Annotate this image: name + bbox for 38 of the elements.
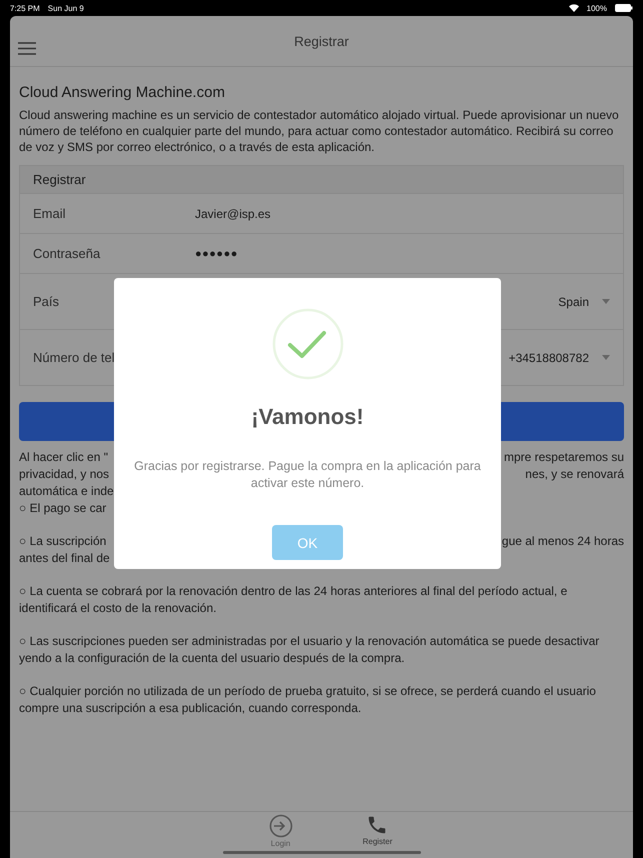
checkmark-icon [272,308,344,380]
menu-icon[interactable] [18,42,36,55]
terms-text: antes del final de [19,550,110,567]
form-title: Registrar [33,172,86,187]
terms-text: nes, y se renovará [525,466,624,483]
terms-text: ○ La suscripción [19,533,106,550]
battery-icon [615,4,633,12]
field-label: Email [33,206,67,221]
terms-text: ○ Las suscripciones pueden ser administradas por el usuario y la renovación automática se puede desactivar yendo a la configuración de la cuenta del usuario después de la compra. [19,633,600,667]
caret-icon[interactable] [602,355,610,360]
terms-text: ○ El pago se car [19,500,106,517]
field-label: Número de tel [33,350,116,365]
field-label: Contraseña [33,246,102,261]
field-label: País [33,294,60,309]
terms-text: gue al menos 24 horas [502,533,624,550]
terms-text: mpre respetaremos su [504,449,624,466]
dropdown-value[interactable]: +34518808782 [508,350,589,364]
email-field[interactable]: Javier@isp.es [195,206,610,220]
dropdown-value[interactable]: Spain [558,294,589,308]
wifi-icon [568,4,579,12]
status-time: 7:25 PM [10,4,40,12]
terms-text: automática e inde [19,483,114,500]
battery-level: 100% [586,4,607,12]
tab-item[interactable]: Register [362,812,392,858]
nav-title: Registrar [294,34,349,48]
phone-icon [366,814,388,836]
page-heading: Cloud Answering Machine.com [19,84,226,101]
terms-text: ○ La cuenta se cobrará por la renovación dentro de las 24 horas anteriores al final del período actual, e identificará el costo de la renovación. [19,583,568,617]
terms-text: privacidad, y nos [19,466,110,483]
description: Cloud answering machine es un servicio de contestador automático alojado virtual. Puede aprovisionar un nuevo número de teléfono en cualquier parte del mundo, para actuar como contestador automático. Recibirá su correo de voz y SMS por correo electrónico, o a través de esta aplicación. [19,107,620,155]
caret-icon[interactable] [602,299,610,304]
dialog-message: Gracias por registrarse. Pague la compra en la aplicación para activar este número. [134,458,481,492]
password-field[interactable]: ●●●●●● [195,248,610,260]
terms-text: ○ Cualquier porción no utilizada de un período de prueba gratuito, si se ofrece, se perderá cuando el usuario compre una suscripción a esa publicación, cuando corresponda. [19,683,597,717]
status-date: Sun Jun 9 [48,4,84,12]
login-icon [268,814,293,838]
dialog-title: ¡Vamonos! [251,404,364,430]
terms-text: Al hacer clic en " [19,449,108,466]
